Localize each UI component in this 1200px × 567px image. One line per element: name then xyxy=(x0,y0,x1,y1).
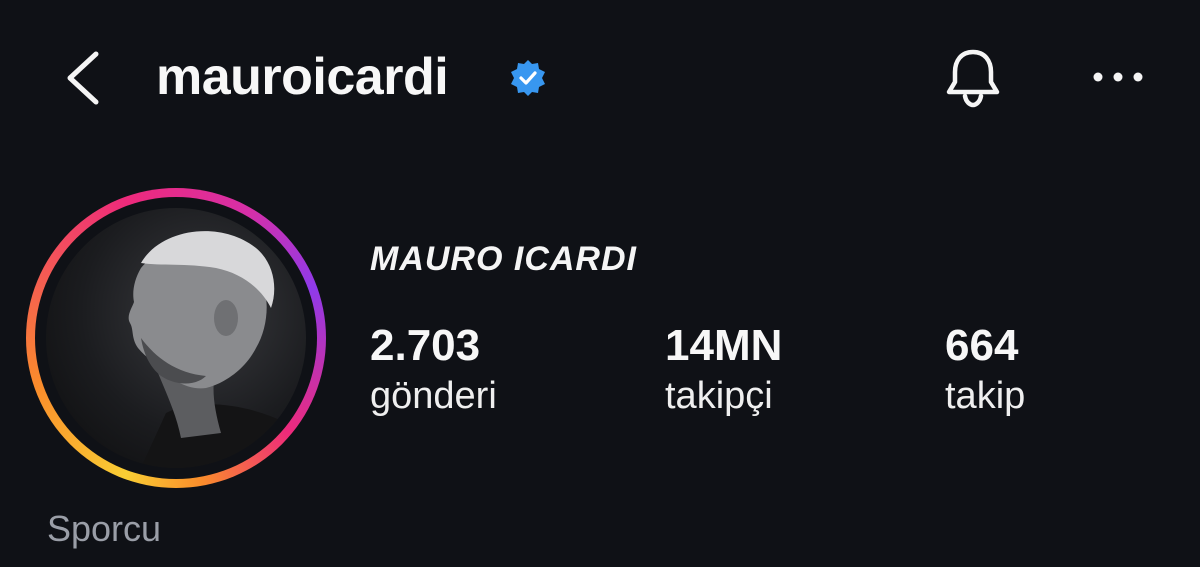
stat-posts-label: gönderi xyxy=(370,375,497,417)
profile-category: Sporcu xyxy=(47,508,162,549)
stat-followers-count: 14MN xyxy=(665,321,783,370)
stat-following-count: 664 xyxy=(945,321,1019,370)
stat-posts-count: 2.703 xyxy=(370,321,481,370)
profile-username: mauroicardi xyxy=(156,48,449,106)
stat-following-label: takip xyxy=(945,375,1026,417)
back-chevron-icon[interactable] xyxy=(58,46,108,110)
stat-followers[interactable]: 14MN takipçi xyxy=(665,320,782,420)
verified-badge-icon xyxy=(511,60,545,96)
stat-posts[interactable]: 2.703 gönderi xyxy=(370,320,497,420)
stat-followers-label: takipçi xyxy=(665,375,773,417)
more-options-icon[interactable] xyxy=(1090,62,1146,92)
bell-icon[interactable] xyxy=(940,44,1006,110)
profile-avatar[interactable] xyxy=(46,208,306,468)
stat-following[interactable]: 664 takip xyxy=(945,320,1025,420)
profile-full-name: MAURO ICARDI xyxy=(370,240,637,278)
avatar-portrait-image xyxy=(128,231,306,468)
